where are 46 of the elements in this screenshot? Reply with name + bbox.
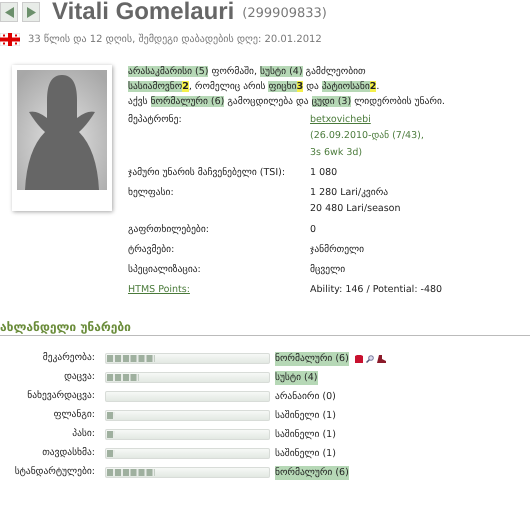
htms-points-link[interactable]: HTMS Points: <box>128 283 310 298</box>
owner-link[interactable]: betxovichebi <box>310 113 371 128</box>
detail-value: ჯანმრთელი <box>310 242 366 257</box>
skill-label: მეკარეობა: <box>42 351 96 366</box>
skill-label: სტანდარტულები: <box>14 465 96 480</box>
detail-value: 1 280 Lari/კვირა <box>310 186 390 200</box>
skill-label: ფლანგი: <box>52 408 96 422</box>
detail-value: 0 <box>310 222 318 236</box>
skill-rating: საშინელი (1) <box>275 408 336 422</box>
detail-value: (26.09.2010-დან (7/43), <box>310 129 425 144</box>
age-birthday-text: 33 წლის და 12 დღის, შემდეგი დაბადების დღე: 20.01.2012 <box>28 32 322 47</box>
player-name: Vitali Gomelauri <box>52 0 234 24</box>
detail-value: 1 080 <box>310 166 338 180</box>
detail-label: სპეციალიზაცია: <box>128 263 202 277</box>
detail-value: 20 480 Lari/season <box>310 202 402 216</box>
skill-label: დაცვა: <box>63 370 96 384</box>
shirt-icon[interactable] <box>354 354 363 362</box>
detail-value: მცველი <box>310 263 346 277</box>
skill-rating: ნორმალური (6) <box>275 466 349 480</box>
detail-label: ხელფასი: <box>128 186 175 200</box>
player-summary-line: არასაკმარისი (5) ფორმაში, სუსტი (4) გამძლეობით <box>128 65 367 78</box>
player-summary-line: აქვს ნორმალური (6) გამოცდილება და ცუდი (3) ლიდერობის უნარი. <box>128 95 445 108</box>
skill-rating: არანაირი (0) <box>275 390 336 404</box>
skill-label: თავდასხმა: <box>41 446 96 460</box>
detail-value: 3s 6wk 3d) <box>310 146 364 160</box>
player-summary-line: სასიამოვნო2, რომელიც არის ფიცხი3 და პატიოსანი2. <box>128 80 380 93</box>
right-arrow-icon <box>26 6 36 18</box>
next-button[interactable] <box>22 2 40 22</box>
player-id: (299909833) <box>242 5 327 24</box>
skill-rating: საშინელი (1) <box>275 428 336 442</box>
detail-label: ტრავმები: <box>128 242 176 257</box>
detail-label: ჯამური უნარის მაჩვენებელი (TSI): <box>128 166 286 180</box>
magnifier-icon[interactable] <box>366 354 374 362</box>
left-arrow-icon <box>4 6 14 18</box>
skill-rating: სუსტი (4) <box>275 370 318 384</box>
detail-label: გაფრთხილებები: <box>128 222 210 236</box>
boot-icon[interactable] <box>376 354 386 362</box>
skill-label: პასი: <box>71 427 96 442</box>
detail-value: Ability: 146 / Potential: -480 <box>310 283 444 298</box>
flag-icon <box>0 33 20 46</box>
skill-rating: საშინელი (1) <box>275 446 336 460</box>
detail-label: მეპატრონე: <box>128 113 183 127</box>
previous-button[interactable] <box>0 2 18 22</box>
section-heading: ახლანდელი უნარები <box>0 320 132 334</box>
skill-rating: ნორმალური (6) <box>275 352 349 366</box>
skill-label: ნახევარდაცვა: <box>26 389 96 404</box>
